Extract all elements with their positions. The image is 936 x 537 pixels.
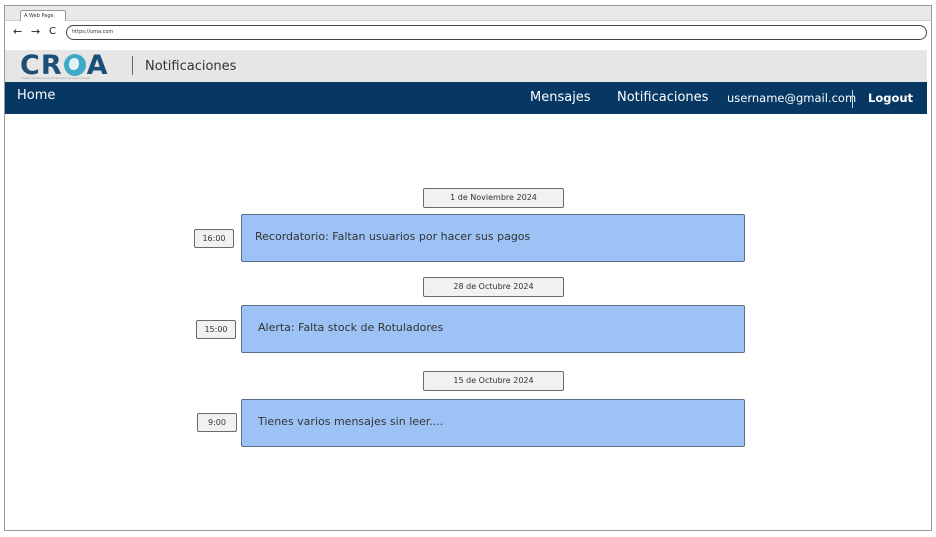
header-divider: [132, 56, 133, 75]
notification-card[interactable]: Recordatorio: Faltan usuarios por hacer …: [241, 214, 745, 262]
logout-button[interactable]: Logout: [868, 91, 913, 105]
address-bar[interactable]: https://uma.com: [66, 25, 927, 40]
user-email[interactable]: username@gmail.com: [727, 91, 856, 105]
browser-toolbar: ← → C https://uma.com: [5, 21, 931, 43]
date-label: 28 de Octubre 2024: [423, 277, 564, 297]
time-label: 16:00: [194, 229, 234, 248]
croa-logo[interactable]: CR A Centro de Recursos Orientados al Apr…: [20, 52, 122, 80]
notification-message: Tienes varios mensajes sin leer....: [258, 415, 444, 428]
forward-arrow-icon[interactable]: →: [31, 25, 40, 39]
page-title: Notificaciones: [145, 59, 237, 74]
nav-mensajes-link[interactable]: Mensajes: [530, 90, 591, 105]
back-arrow-icon[interactable]: ←: [13, 25, 22, 39]
page-header: CR A Centro de Recursos Orientados al Apr…: [5, 50, 927, 82]
date-label: 15 de Octubre 2024: [423, 371, 564, 391]
notification-card[interactable]: Tienes varios mensajes sin leer....: [241, 399, 745, 447]
time-label: 15:00: [196, 320, 236, 339]
notification-card[interactable]: Alerta: Falta stock de Rotuladores: [241, 305, 745, 353]
nav-notificaciones-link[interactable]: Notificaciones: [617, 90, 708, 105]
date-label: 1 de Noviembre 2024: [423, 188, 564, 208]
browser-tabbar: A Web Page: [5, 6, 931, 22]
main-navbar: Home Mensajes Notificaciones username@gm…: [5, 82, 927, 114]
notification-message: Alerta: Falta stock de Rotuladores: [258, 321, 444, 334]
nav-home-link[interactable]: Home: [17, 88, 55, 103]
reload-icon[interactable]: C: [49, 25, 56, 39]
logo-tagline: Centro de Recursos Orientados al Aprendi…: [21, 76, 90, 80]
notification-message: Recordatorio: Faltan usuarios por hacer …: [255, 230, 531, 243]
time-label: 9:00: [197, 413, 237, 432]
globe-icon: [63, 54, 86, 76]
nav-separator: [852, 90, 853, 108]
